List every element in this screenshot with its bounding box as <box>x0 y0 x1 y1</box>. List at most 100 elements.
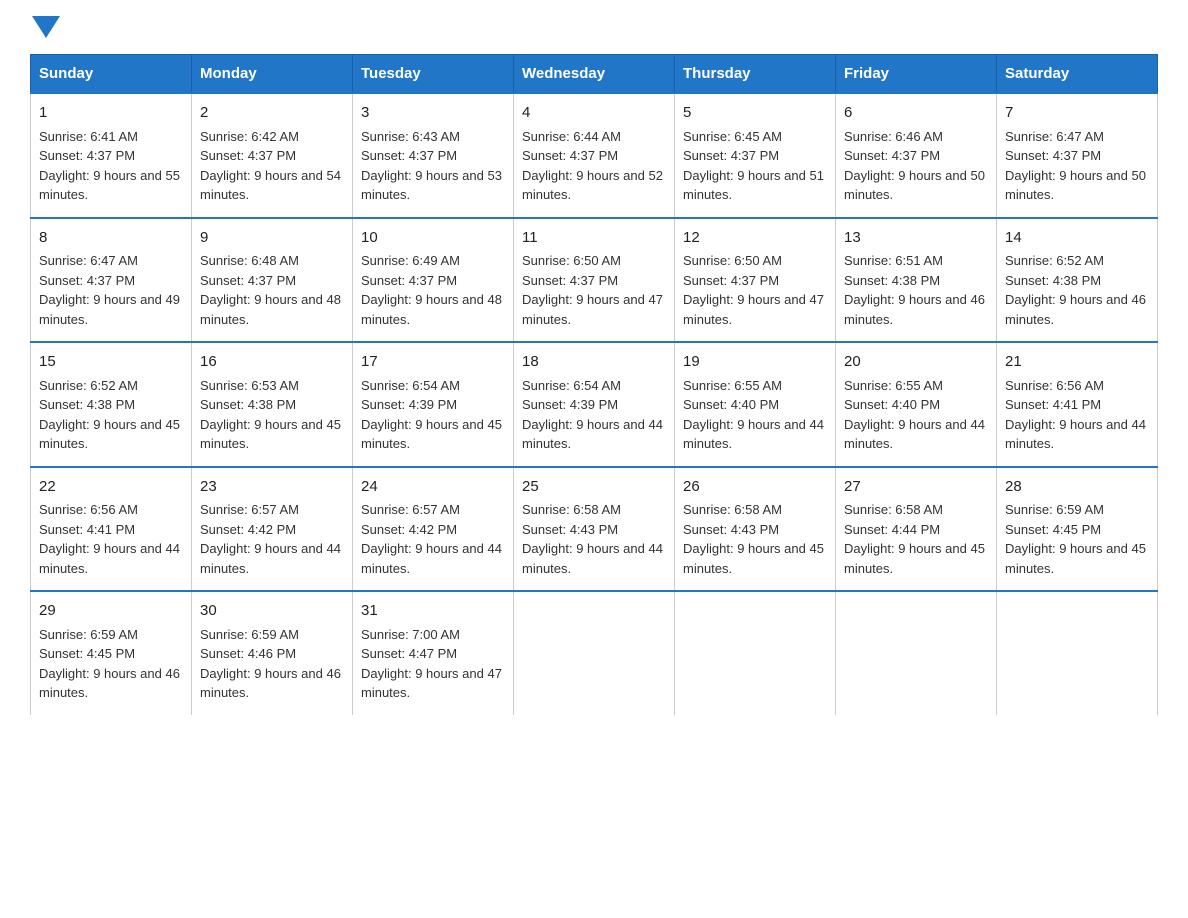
day-number: 2 <box>200 102 344 125</box>
calendar-cell: 9 Sunrise: 6:48 AMSunset: 4:37 PMDaylight… <box>192 218 353 343</box>
day-info: Sunrise: 6:49 AMSunset: 4:37 PMDaylight:… <box>361 253 502 327</box>
day-number: 11 <box>522 227 666 250</box>
header-wednesday: Wednesday <box>514 55 675 94</box>
calendar-cell <box>514 591 675 715</box>
day-number: 12 <box>683 227 827 250</box>
calendar-header: SundayMondayTuesdayWednesdayThursdayFrid… <box>31 55 1158 94</box>
day-number: 27 <box>844 476 988 499</box>
day-info: Sunrise: 6:55 AMSunset: 4:40 PMDaylight:… <box>844 378 985 452</box>
calendar-cell: 27 Sunrise: 6:58 AMSunset: 4:44 PMDayligh… <box>836 467 997 592</box>
day-number: 25 <box>522 476 666 499</box>
day-number: 4 <box>522 102 666 125</box>
calendar-cell: 29 Sunrise: 6:59 AMSunset: 4:45 PMDayligh… <box>31 591 192 715</box>
header-thursday: Thursday <box>675 55 836 94</box>
calendar-cell: 11Sunrise: 6:50 AMSunset: 4:37 PMDayligh… <box>514 218 675 343</box>
calendar-cell: 18Sunrise: 6:54 AMSunset: 4:39 PMDayligh… <box>514 342 675 467</box>
calendar-cell: 2 Sunrise: 6:42 AMSunset: 4:37 PMDaylight… <box>192 93 353 218</box>
day-number: 23 <box>200 476 344 499</box>
header-tuesday: Tuesday <box>353 55 514 94</box>
day-info: Sunrise: 6:52 AMSunset: 4:38 PMDaylight:… <box>1005 253 1146 327</box>
day-number: 22 <box>39 476 183 499</box>
day-number: 21 <box>1005 351 1149 374</box>
day-number: 15 <box>39 351 183 374</box>
calendar-week-1: 1 Sunrise: 6:41 AMSunset: 4:37 PMDaylight… <box>31 93 1158 218</box>
day-info: Sunrise: 6:58 AMSunset: 4:43 PMDaylight:… <box>683 502 824 576</box>
calendar-week-3: 15 Sunrise: 6:52 AMSunset: 4:38 PMDayligh… <box>31 342 1158 467</box>
day-info: Sunrise: 6:41 AMSunset: 4:37 PMDaylight:… <box>39 129 180 203</box>
calendar-cell: 24 Sunrise: 6:57 AMSunset: 4:42 PMDayligh… <box>353 467 514 592</box>
calendar-cell: 20 Sunrise: 6:55 AMSunset: 4:40 PMDayligh… <box>836 342 997 467</box>
logo-arrow-icon <box>32 16 60 38</box>
calendar-cell: 31 Sunrise: 7:00 AMSunset: 4:47 PMDayligh… <box>353 591 514 715</box>
day-number: 29 <box>39 600 183 623</box>
day-number: 3 <box>361 102 505 125</box>
header-saturday: Saturday <box>997 55 1158 94</box>
page-header <box>30 20 1158 36</box>
calendar-cell: 5Sunrise: 6:45 AMSunset: 4:37 PMDaylight… <box>675 93 836 218</box>
calendar-cell: 17Sunrise: 6:54 AMSunset: 4:39 PMDayligh… <box>353 342 514 467</box>
day-number: 24 <box>361 476 505 499</box>
day-number: 10 <box>361 227 505 250</box>
day-info: Sunrise: 7:00 AMSunset: 4:47 PMDaylight:… <box>361 627 502 701</box>
calendar-cell: 10 Sunrise: 6:49 AMSunset: 4:37 PMDayligh… <box>353 218 514 343</box>
calendar-cell <box>675 591 836 715</box>
day-number: 7 <box>1005 102 1149 125</box>
day-number: 14 <box>1005 227 1149 250</box>
day-number: 17 <box>361 351 505 374</box>
calendar-week-5: 29 Sunrise: 6:59 AMSunset: 4:45 PMDayligh… <box>31 591 1158 715</box>
day-number: 9 <box>200 227 344 250</box>
day-info: Sunrise: 6:45 AMSunset: 4:37 PMDaylight:… <box>683 129 824 203</box>
calendar-week-2: 8Sunrise: 6:47 AMSunset: 4:37 PMDaylight… <box>31 218 1158 343</box>
day-info: Sunrise: 6:58 AMSunset: 4:43 PMDaylight:… <box>522 502 663 576</box>
calendar-cell: 21 Sunrise: 6:56 AMSunset: 4:41 PMDayligh… <box>997 342 1158 467</box>
day-number: 31 <box>361 600 505 623</box>
day-number: 26 <box>683 476 827 499</box>
calendar-cell: 14 Sunrise: 6:52 AMSunset: 4:38 PMDayligh… <box>997 218 1158 343</box>
day-info: Sunrise: 6:55 AMSunset: 4:40 PMDaylight:… <box>683 378 824 452</box>
calendar-cell <box>836 591 997 715</box>
day-info: Sunrise: 6:43 AMSunset: 4:37 PMDaylight:… <box>361 129 502 203</box>
day-number: 16 <box>200 351 344 374</box>
day-info: Sunrise: 6:57 AMSunset: 4:42 PMDaylight:… <box>200 502 341 576</box>
header-friday: Friday <box>836 55 997 94</box>
day-info: Sunrise: 6:51 AMSunset: 4:38 PMDaylight:… <box>844 253 985 327</box>
calendar-cell: 13 Sunrise: 6:51 AMSunset: 4:38 PMDayligh… <box>836 218 997 343</box>
calendar-cell: 25 Sunrise: 6:58 AMSunset: 4:43 PMDayligh… <box>514 467 675 592</box>
day-number: 8 <box>39 227 183 250</box>
day-info: Sunrise: 6:59 AMSunset: 4:45 PMDaylight:… <box>39 627 180 701</box>
calendar-cell: 19 Sunrise: 6:55 AMSunset: 4:40 PMDayligh… <box>675 342 836 467</box>
day-number: 13 <box>844 227 988 250</box>
day-info: Sunrise: 6:47 AMSunset: 4:37 PMDaylight:… <box>1005 129 1146 203</box>
calendar-cell: 6 Sunrise: 6:46 AMSunset: 4:37 PMDaylight… <box>836 93 997 218</box>
day-number: 28 <box>1005 476 1149 499</box>
day-number: 20 <box>844 351 988 374</box>
calendar-week-4: 22 Sunrise: 6:56 AMSunset: 4:41 PMDayligh… <box>31 467 1158 592</box>
day-info: Sunrise: 6:42 AMSunset: 4:37 PMDaylight:… <box>200 129 341 203</box>
header-monday: Monday <box>192 55 353 94</box>
day-info: Sunrise: 6:52 AMSunset: 4:38 PMDaylight:… <box>39 378 180 452</box>
calendar-table: SundayMondayTuesdayWednesdayThursdayFrid… <box>30 54 1158 715</box>
day-info: Sunrise: 6:58 AMSunset: 4:44 PMDaylight:… <box>844 502 985 576</box>
day-info: Sunrise: 6:56 AMSunset: 4:41 PMDaylight:… <box>39 502 180 576</box>
day-number: 30 <box>200 600 344 623</box>
day-number: 1 <box>39 102 183 125</box>
day-number: 6 <box>844 102 988 125</box>
header-sunday: Sunday <box>31 55 192 94</box>
day-info: Sunrise: 6:50 AMSunset: 4:37 PMDaylight:… <box>683 253 824 327</box>
calendar-body: 1 Sunrise: 6:41 AMSunset: 4:37 PMDaylight… <box>31 93 1158 715</box>
calendar-cell: 15 Sunrise: 6:52 AMSunset: 4:38 PMDayligh… <box>31 342 192 467</box>
day-info: Sunrise: 6:54 AMSunset: 4:39 PMDaylight:… <box>522 378 663 452</box>
day-info: Sunrise: 6:59 AMSunset: 4:46 PMDaylight:… <box>200 627 341 701</box>
calendar-cell: 16Sunrise: 6:53 AMSunset: 4:38 PMDayligh… <box>192 342 353 467</box>
calendar-cell: 7 Sunrise: 6:47 AMSunset: 4:37 PMDaylight… <box>997 93 1158 218</box>
day-info: Sunrise: 6:46 AMSunset: 4:37 PMDaylight:… <box>844 129 985 203</box>
calendar-cell: 26 Sunrise: 6:58 AMSunset: 4:43 PMDayligh… <box>675 467 836 592</box>
day-info: Sunrise: 6:48 AMSunset: 4:37 PMDaylight:… <box>200 253 341 327</box>
calendar-cell: 23 Sunrise: 6:57 AMSunset: 4:42 PMDayligh… <box>192 467 353 592</box>
day-number: 19 <box>683 351 827 374</box>
calendar-cell: 12 Sunrise: 6:50 AMSunset: 4:37 PMDayligh… <box>675 218 836 343</box>
calendar-cell: 8Sunrise: 6:47 AMSunset: 4:37 PMDaylight… <box>31 218 192 343</box>
day-info: Sunrise: 6:57 AMSunset: 4:42 PMDaylight:… <box>361 502 502 576</box>
logo <box>30 20 60 36</box>
day-info: Sunrise: 6:56 AMSunset: 4:41 PMDaylight:… <box>1005 378 1146 452</box>
